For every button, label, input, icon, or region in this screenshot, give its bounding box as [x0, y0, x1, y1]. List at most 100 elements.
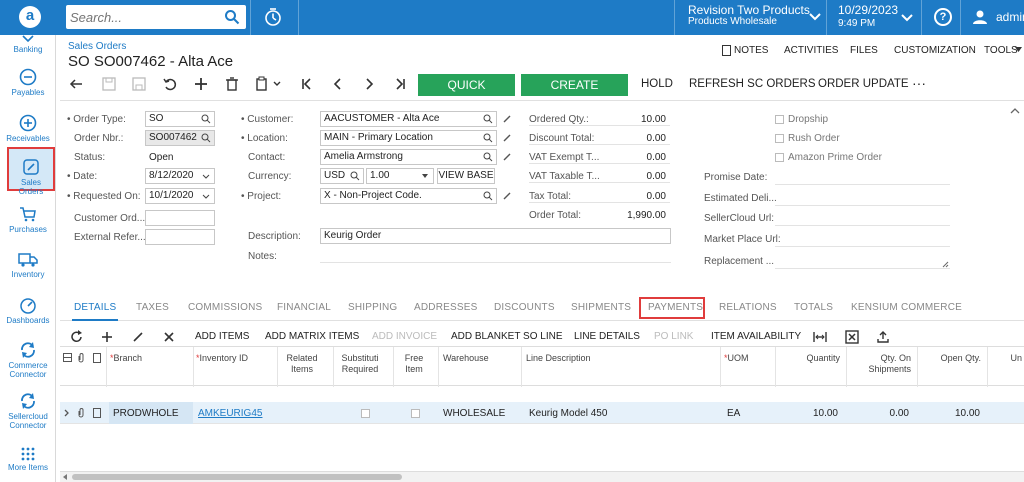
- warehouse-header[interactable]: Warehouse: [443, 353, 489, 364]
- tab-discounts[interactable]: DISCOUNTS: [494, 302, 555, 313]
- upload-icon[interactable]: [876, 330, 890, 344]
- add-items-button[interactable]: ADD ITEMS: [195, 331, 249, 342]
- nav-item-sales-orders[interactable]: Sales Orders: [7, 147, 55, 196]
- tab-addresses[interactable]: ADDRESSES: [414, 302, 478, 313]
- chevron-down-icon[interactable]: [809, 12, 821, 22]
- nav-item-more-items[interactable]: More Items: [0, 447, 56, 482]
- chevron-down-icon[interactable]: [201, 171, 211, 181]
- cancel-changes-icon[interactable]: [161, 75, 179, 93]
- note-icon[interactable]: [93, 408, 101, 418]
- nav-item-payables[interactable]: Payables: [0, 68, 56, 112]
- add-blanket-so-line-button[interactable]: ADD BLANKET SO LINE: [451, 331, 563, 342]
- notes-icon[interactable]: [722, 45, 731, 56]
- amazon-prime-checkbox[interactable]: [775, 153, 784, 162]
- customer-field[interactable]: AACUSTOMER - Alta Ace: [320, 111, 497, 127]
- files-link[interactable]: FILES: [850, 45, 878, 56]
- search-icon[interactable]: [483, 152, 493, 162]
- history-icon[interactable]: [263, 7, 283, 27]
- search-icon[interactable]: [201, 114, 211, 124]
- add-matrix-items-button[interactable]: ADD MATRIX ITEMS: [265, 331, 359, 342]
- nav-item-inventory[interactable]: Inventory: [0, 250, 56, 294]
- next-record-icon[interactable]: [360, 75, 378, 93]
- estimated-delivery-field[interactable]: [775, 205, 950, 206]
- tab-kensium-commerce[interactable]: KENSIUM COMMERCE: [851, 302, 962, 313]
- expand-row-icon[interactable]: [63, 409, 70, 417]
- nav-item-banking[interactable]: Banking: [0, 35, 56, 54]
- branch-header[interactable]: *Branch: [110, 353, 142, 364]
- quantity-header[interactable]: Quantity: [776, 353, 840, 364]
- order-nbr-field[interactable]: SO007462: [145, 130, 215, 146]
- line-details-button[interactable]: LINE DETAILS: [574, 331, 640, 342]
- user-name[interactable]: admin: [996, 10, 1024, 24]
- nav-item-commerce-connector[interactable]: Commerce Connector: [0, 341, 56, 385]
- market-place-url-field[interactable]: [775, 246, 950, 247]
- rush-order-checkbox[interactable]: [775, 134, 784, 143]
- line-description-header[interactable]: Line Description: [526, 353, 591, 364]
- create-shipment-button[interactable]: CREATE SHIPMENT: [521, 74, 628, 114]
- search-icon[interactable]: [483, 133, 493, 143]
- tab-totals[interactable]: TOTALS: [794, 302, 833, 313]
- refresh-sc-orders-button[interactable]: REFRESH SC ORDERS: [689, 78, 816, 90]
- logo[interactable]: a: [0, 0, 60, 35]
- dropship-checkbox[interactable]: [775, 115, 784, 124]
- hold-button[interactable]: HOLD: [641, 78, 673, 90]
- currency-rate-field[interactable]: 1.00: [366, 168, 434, 184]
- edit-pencil-icon[interactable]: [502, 133, 512, 143]
- qty-on-shipments-header[interactable]: Qty. On Shipments: [847, 353, 911, 375]
- caret-down-icon[interactable]: [1015, 47, 1022, 53]
- notes-field[interactable]: [320, 262, 671, 263]
- search-input[interactable]: [70, 7, 220, 27]
- search-icon[interactable]: [201, 133, 211, 143]
- collapse-icon[interactable]: [1010, 107, 1020, 115]
- chevron-down-icon[interactable]: [901, 13, 913, 23]
- free-item-header[interactable]: Free Item: [394, 353, 434, 375]
- requested-on-field[interactable]: 10/1/2020: [145, 188, 215, 204]
- project-field[interactable]: X - Non-Project Code.: [320, 188, 497, 204]
- order-type-field[interactable]: SO: [145, 111, 215, 127]
- substitution-required-header[interactable]: Substituti Required: [334, 353, 386, 375]
- chevron-down-icon[interactable]: [272, 75, 282, 93]
- inventory-id-header[interactable]: *Inventory ID: [196, 353, 248, 364]
- location-field[interactable]: MAIN - Primary Location: [320, 130, 497, 146]
- copy-paste-icon[interactable]: [253, 75, 271, 93]
- table-row[interactable]: PRODWHOLE AMKEURIG45 WHOLESALE Keurig Mo…: [60, 402, 1024, 424]
- currency-field[interactable]: USD: [320, 168, 364, 184]
- tab-commissions[interactable]: COMMISSIONS: [188, 302, 262, 313]
- tab-taxes[interactable]: TAXES: [136, 302, 169, 313]
- first-record-icon[interactable]: [298, 75, 316, 93]
- undo-icon[interactable]: [68, 75, 86, 93]
- tab-details[interactable]: DETAILS: [74, 302, 116, 313]
- caret-down-icon[interactable]: [420, 171, 430, 181]
- open-qty-header[interactable]: Open Qty.: [918, 353, 981, 364]
- delete-row-icon[interactable]: [162, 330, 176, 344]
- order-update-button[interactable]: ORDER UPDATE: [818, 78, 909, 90]
- quantity-cell[interactable]: 10.00: [776, 408, 838, 419]
- previous-record-icon[interactable]: [329, 75, 347, 93]
- external-reference-field[interactable]: [145, 229, 215, 245]
- replacement-field[interactable]: [775, 268, 950, 269]
- refresh-icon[interactable]: [70, 330, 84, 344]
- chevron-down-icon[interactable]: [201, 191, 211, 201]
- item-availability-button[interactable]: ITEM AVAILABILITY: [711, 331, 801, 342]
- nav-item-dashboards[interactable]: Dashboards: [0, 296, 56, 340]
- breadcrumb[interactable]: Sales Orders: [68, 41, 126, 52]
- search-icon[interactable]: [224, 9, 240, 25]
- contact-field[interactable]: Amelia Armstrong: [320, 149, 497, 165]
- notes-link[interactable]: NOTES: [734, 45, 768, 56]
- inventory-id-link[interactable]: AMKEURIG45: [198, 408, 262, 419]
- edit-row-icon[interactable]: [131, 330, 145, 344]
- search-icon[interactable]: [350, 171, 360, 181]
- tab-relations[interactable]: RELATIONS: [719, 302, 777, 313]
- scroll-left-icon[interactable]: [62, 474, 68, 480]
- fit-columns-icon[interactable]: [813, 330, 827, 344]
- customer-order-field[interactable]: [145, 210, 215, 226]
- delete-icon[interactable]: [223, 75, 241, 93]
- substitution-required-checkbox[interactable]: [361, 409, 370, 418]
- tools-menu[interactable]: TOOLS: [984, 45, 1018, 56]
- nav-item-sellercloud-connector[interactable]: Sellercloud Connector: [0, 392, 56, 436]
- warehouse-cell[interactable]: WHOLESALE: [443, 408, 505, 419]
- sellercloud-url-field[interactable]: [775, 225, 950, 226]
- activities-link[interactable]: ACTIVITIES: [784, 45, 838, 56]
- uom-cell[interactable]: EA: [727, 408, 740, 419]
- more-actions-button[interactable]: ···: [912, 75, 926, 91]
